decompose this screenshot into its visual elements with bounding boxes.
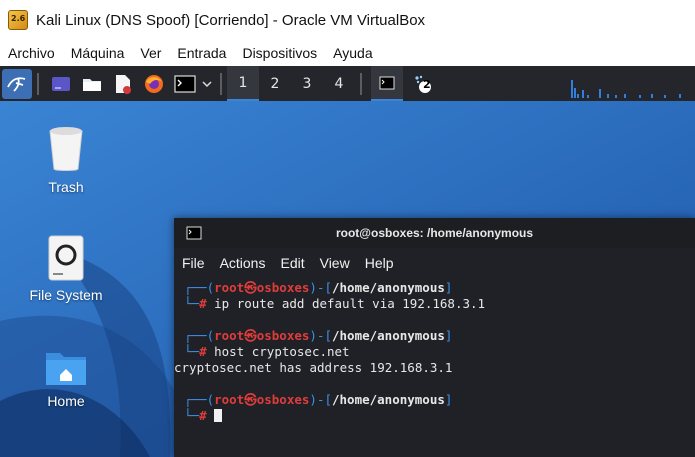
menu-dispositivos[interactable]: Dispositivos: [234, 45, 325, 61]
virtualbox-vm-icon: 2.6: [8, 10, 28, 30]
menu-archivo[interactable]: Archivo: [0, 45, 63, 61]
desktop-icon-label: File System: [29, 287, 103, 303]
terminal-menu-file[interactable]: File: [182, 255, 205, 271]
terminal-window-icon: [186, 226, 202, 240]
prompt-line: ┌──(root㉿osboxes)-[/home/anonymous]: [184, 328, 453, 343]
notifications-icon[interactable]: 2: [409, 70, 437, 98]
workspace-1[interactable]: 1: [227, 66, 259, 101]
home-folder-icon: [46, 353, 86, 385]
notification-badge: 2: [423, 77, 431, 91]
kali-menu-icon[interactable]: [2, 68, 32, 99]
desktop-icon-label: Trash: [48, 179, 84, 195]
panel-separator: [220, 72, 222, 95]
desktop-icon-trash[interactable]: Trash: [11, 125, 121, 195]
text-cursor: [214, 409, 223, 422]
terminal-titlebar[interactable]: root@osboxes: /home/anonymous: [174, 218, 695, 248]
desktop-icon[interactable]: [47, 70, 75, 98]
terminal-menu-help[interactable]: Help: [365, 255, 394, 271]
terminal-menu-actions[interactable]: Actions: [220, 255, 266, 271]
kali-top-panel: 1 2 3 4 2: [0, 66, 695, 101]
terminal-menubar: File Actions Edit View Help: [174, 248, 695, 278]
command-output: cryptosec.net has address 192.168.3.1: [174, 360, 453, 375]
desktop-icon-file-system[interactable]: File System: [11, 235, 121, 303]
terminal-title: root@osboxes: /home/anonymous: [335, 226, 534, 240]
command-line: └─# ip route add default via 192.168.3.1: [184, 296, 486, 311]
cpu-graph: [571, 80, 681, 98]
workspace-3[interactable]: 3: [291, 66, 323, 101]
terminal-menu-edit[interactable]: Edit: [280, 255, 304, 271]
terminal-menu-view[interactable]: View: [320, 255, 350, 271]
panel-separator: [360, 72, 362, 95]
menu-maquina[interactable]: Máquina: [63, 45, 133, 61]
terminal-output[interactable]: ┌──(root㉿osboxes)-[/home/anonymous] └─# …: [174, 278, 695, 424]
menu-ver[interactable]: Ver: [132, 45, 169, 61]
menu-entrada[interactable]: Entrada: [169, 45, 234, 61]
desktop-icon-home[interactable]: Home: [11, 347, 121, 409]
window-title: Kali Linux (DNS Spoof) [Corriendo] - Ora…: [36, 11, 426, 29]
chevron-down-icon[interactable]: [199, 70, 215, 98]
terminal-icon[interactable]: [171, 70, 199, 98]
drive-icon: [48, 235, 84, 281]
vbox-menubar: Archivo Máquina Ver Entrada Dispositivos…: [0, 40, 695, 66]
workspace-2[interactable]: 2: [259, 66, 291, 101]
trash-icon: [49, 127, 83, 171]
menu-ayuda[interactable]: Ayuda: [325, 45, 380, 61]
command-line: └─# host cryptosec.net: [184, 344, 350, 359]
window-titlebar: 2.6 Kali Linux (DNS Spoof) [Corriendo] -…: [0, 0, 695, 40]
terminal-window[interactable]: root@osboxes: /home/anonymous File Actio…: [174, 218, 695, 457]
prompt-line: ┌──(root㉿osboxes)-[/home/anonymous]: [184, 392, 453, 407]
active-prompt-line[interactable]: └─#: [184, 408, 695, 424]
file-manager-icon[interactable]: [78, 70, 106, 98]
panel-separator: [37, 72, 39, 95]
workspace-4[interactable]: 4: [323, 66, 355, 101]
desktop-icon-label: Home: [47, 393, 85, 409]
text-editor-icon[interactable]: [109, 70, 137, 98]
terminal-task-icon[interactable]: [371, 66, 403, 101]
prompt-line: ┌──(root㉿osboxes)-[/home/anonymous]: [184, 280, 453, 295]
firefox-icon[interactable]: [140, 70, 168, 98]
